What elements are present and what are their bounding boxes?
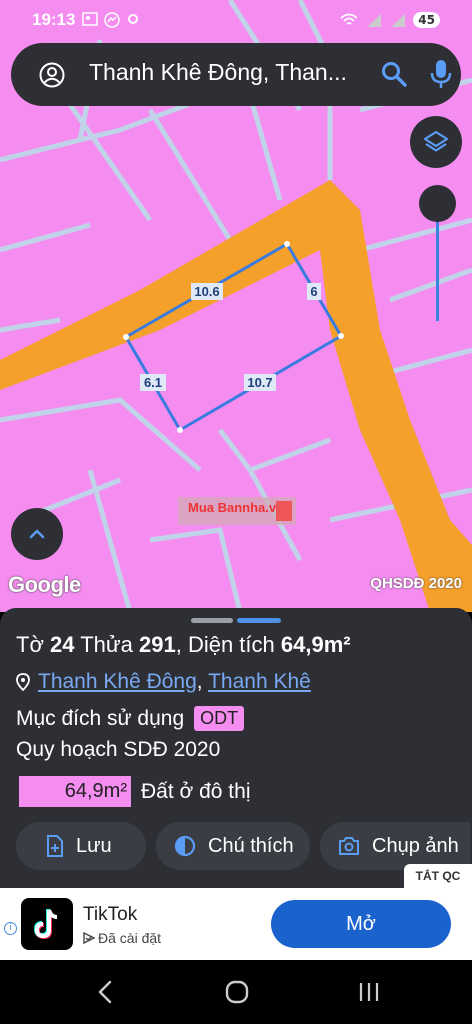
plan-area-swatch: 64,9m² xyxy=(19,776,131,807)
legend-button[interactable]: Chú thích xyxy=(156,822,310,870)
expand-button[interactable] xyxy=(11,508,63,560)
tiktok-logo[interactable] xyxy=(21,898,73,950)
camera-icon xyxy=(339,837,359,855)
ad-app-name[interactable]: TikTok xyxy=(83,904,137,926)
opacity-slider-track[interactable] xyxy=(436,205,439,321)
back-icon[interactable] xyxy=(96,980,114,1004)
contrast-icon xyxy=(174,835,196,857)
wifi-icon xyxy=(340,13,358,25)
action-buttons: Lưu Chú thích Chụp ảnh xyxy=(16,822,470,870)
close-ad-button[interactable]: TẮT QC xyxy=(404,864,472,888)
parcel-title: Tờ 24 Thửa 291, Diện tích 64,9m² xyxy=(16,632,351,657)
recent-apps-icon[interactable] xyxy=(358,980,380,1004)
open-app-button[interactable]: Mở xyxy=(271,900,451,948)
dots-icon xyxy=(128,14,138,24)
ward-link[interactable]: Thanh Khê Đông xyxy=(38,670,197,693)
status-bar: 19:13 45 xyxy=(0,0,472,40)
save-button[interactable]: Lưu xyxy=(16,822,146,870)
gallery-icon xyxy=(82,12,98,26)
location-row: Thanh Khê Đông, Thanh Khê xyxy=(16,670,311,694)
screenshot-label: Chụp ảnh xyxy=(372,834,459,857)
plot-label: Thửa xyxy=(80,632,133,657)
measure-label: 10.7 xyxy=(247,375,272,390)
district-link[interactable]: Thanh Khê xyxy=(208,670,311,693)
sheet-label: Tờ xyxy=(16,632,44,657)
system-nav-bar xyxy=(0,960,472,1024)
purpose-label: Mục đích sử dụng xyxy=(16,706,185,730)
watermark-text: Mua Bannha.vn xyxy=(188,500,285,515)
signal-icon xyxy=(367,14,382,27)
area-value: 64,9m² xyxy=(280,632,351,657)
chevron-up-icon xyxy=(29,529,45,539)
plan-label: Quy hoạch SDĐ 2020 xyxy=(16,738,221,761)
layers-button[interactable] xyxy=(410,116,462,168)
building-icon xyxy=(276,501,292,521)
plot-number: 291 xyxy=(138,632,176,657)
add-file-icon xyxy=(47,835,63,857)
parcel-info-sheet: Tờ 24 Thửa 291, Diện tích 64,9m² Thanh K… xyxy=(0,608,472,890)
sheet-handle-active[interactable] xyxy=(237,618,281,623)
battery-indicator: 45 xyxy=(413,12,440,28)
clock: 19:13 xyxy=(32,10,76,29)
measure-label: 6.1 xyxy=(144,375,162,390)
location-separator: , xyxy=(196,670,203,693)
search-input[interactable]: Thanh Khê Đông, Than... xyxy=(89,59,379,86)
screenshot-button[interactable]: Chụp ảnh xyxy=(320,822,470,870)
measure-label: 10.6 xyxy=(194,284,219,299)
notification-icons xyxy=(82,12,140,28)
legend-label: Chú thích xyxy=(208,834,294,857)
search-bar[interactable]: Thanh Khê Đông, Than... xyxy=(11,43,461,106)
save-label: Lưu xyxy=(76,834,112,857)
map-source-label: QHSDĐ 2020 xyxy=(370,575,462,592)
tiktok-icon xyxy=(33,909,58,940)
installed-icon xyxy=(83,932,95,944)
plan-description: Đất ở đô thị xyxy=(141,779,251,803)
home-icon[interactable] xyxy=(225,980,249,1004)
purpose-code-badge: ODT xyxy=(194,706,245,731)
sheet-number: 24 xyxy=(50,632,75,657)
signal-icon xyxy=(391,14,406,27)
area-label: Diện tích xyxy=(187,632,275,657)
ad-app-status: Đã cài đặt xyxy=(83,930,161,946)
measure-label: 6 xyxy=(310,284,317,299)
ad-banner[interactable]: i TikTok Đã cài đặt Mở xyxy=(0,888,472,960)
system-icons: 45 xyxy=(339,12,440,28)
installed-label: Đã cài đặt xyxy=(98,930,162,946)
account-icon[interactable] xyxy=(39,62,65,88)
watermark-logo: Mua Bannha.vn xyxy=(178,497,296,525)
info-icon[interactable]: i xyxy=(4,922,17,935)
microphone-icon[interactable] xyxy=(429,59,453,89)
sheet-handle[interactable] xyxy=(191,618,233,623)
opacity-slider-handle[interactable] xyxy=(419,185,456,222)
plan-area-row: 64,9m² Đất ở đô thị xyxy=(19,776,251,807)
messenger-icon xyxy=(104,12,120,28)
search-icon[interactable] xyxy=(381,61,407,87)
layers-icon xyxy=(423,130,449,152)
google-logo: Google xyxy=(8,572,81,597)
land-purpose-row: Mục đích sử dụng ODT xyxy=(16,706,245,731)
location-pin-icon xyxy=(16,673,30,691)
